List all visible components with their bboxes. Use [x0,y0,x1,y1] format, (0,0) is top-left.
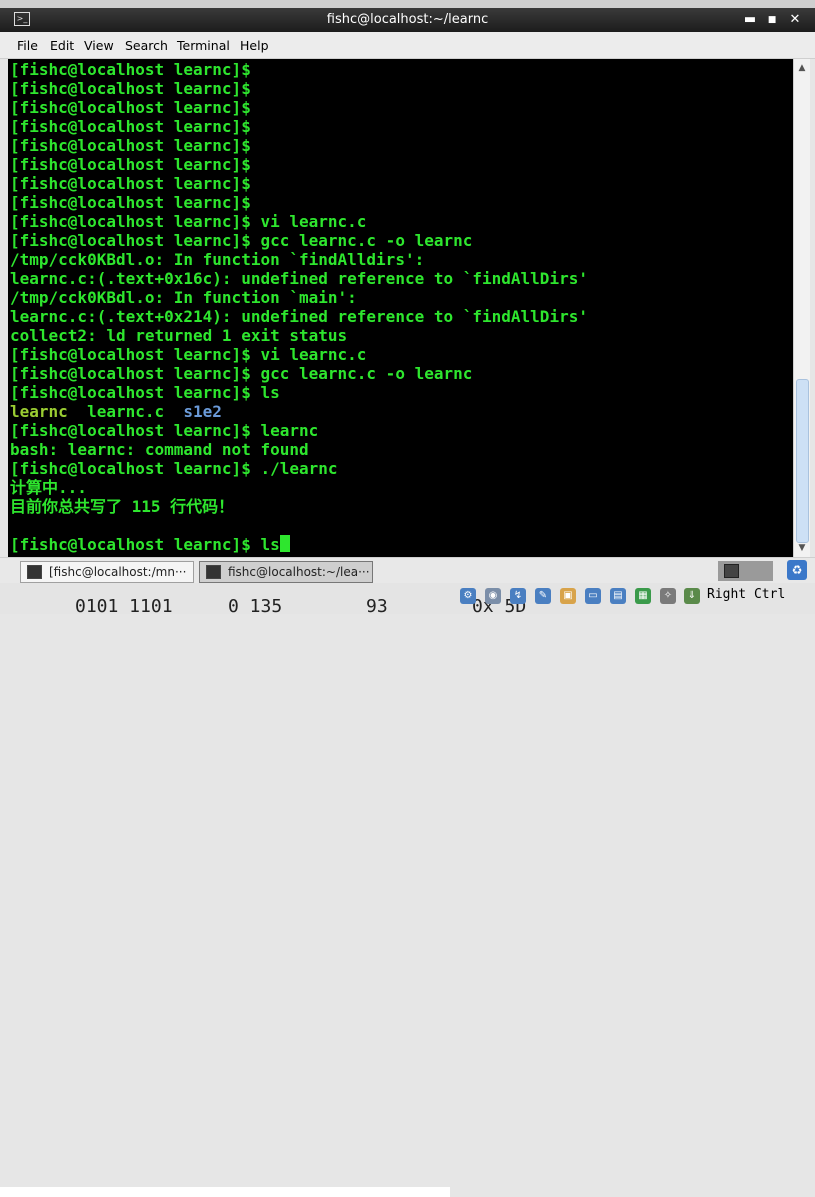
terminal-line: [fishc@localhost learnc]$ [10,174,251,193]
window-titlebar[interactable]: >_ fishc@localhost:~/learnc ▬ ■ ✕ [0,8,815,32]
terminal-line: [fishc@localhost learnc]$ [10,193,251,212]
terminal-line: learnc learnc.c s1e2 [10,402,222,421]
taskbar: [fishc@localhost:/mn··· fishc@localhost:… [0,557,815,584]
terminal-line: [fishc@localhost learnc]$ [10,117,251,136]
terminal-line: 目前你总共写了 115 行代码！ [10,497,234,516]
terminal-line: [fishc@localhost learnc]$ ls [10,383,280,402]
terminal-line-text: [fishc@localhost learnc]$ learnc [10,421,319,440]
terminal-line-text: [fishc@localhost learnc]$ [10,136,251,155]
terminal-line: [fishc@localhost learnc]$ [10,155,251,174]
terminal-line: [fishc@localhost learnc]$ vi learnc.c [10,212,366,231]
terminal-line-text: [fishc@localhost learnc]$ [10,98,251,117]
terminal-line-text: [fishc@localhost learnc]$ vi learnc.c [10,345,367,364]
menu-help[interactable]: Help [240,38,269,53]
ls-entry: s1e2 [183,402,222,421]
terminal-line-text: learnc.c:(.text+0x214): undefined refere… [10,307,588,326]
terminal-line-text: bash: learnc: command not found [10,440,309,459]
hdd-icon[interactable]: ⚙ [460,588,476,604]
terminal-output[interactable]: [fishc@localhost learnc]$ [fishc@localhos… [8,59,793,557]
menu-view[interactable]: View [84,38,114,53]
background-strip [0,1187,450,1197]
terminal-line: [fishc@localhost learnc]$ gcc learnc.c -… [10,231,472,250]
terminal-line-text: [fishc@localhost learnc]$ ls [10,535,280,554]
terminal-line-text: [fishc@localhost learnc]$ [10,117,251,136]
mouse-icon[interactable]: ✧ [660,588,676,604]
terminal-line: learnc.c:(.text+0x214): undefined refere… [10,307,588,326]
menu-search[interactable]: Search [125,38,168,53]
usb-icon[interactable]: ↯ [510,588,526,604]
terminal-line: [fishc@localhost learnc]$ [10,60,251,79]
terminal-icon [724,564,739,578]
terminal-line: [fishc@localhost learnc]$ ls [10,535,290,554]
scroll-down-arrow-icon[interactable]: ▼ [794,541,810,555]
display-icon[interactable]: ▭ [585,588,601,604]
shared-folder-icon[interactable]: ▣ [560,588,576,604]
terminal-icon [27,565,42,579]
terminal-line-text: [fishc@localhost learnc]$ [10,174,251,193]
terminal-line: collect2: ld returned 1 exit status [10,326,347,345]
tray-terminal[interactable] [718,561,773,581]
terminal-icon [206,565,221,579]
terminal-line-text: [fishc@localhost learnc]$ gcc learnc.c -… [10,231,473,250]
host-top-strip [0,0,815,8]
terminal-line: [fishc@localhost learnc]$ learnc [10,421,318,440]
terminal-line-text: learnc.c:(.text+0x16c): undefined refere… [10,269,588,288]
terminal-line-text: [fishc@localhost learnc]$ [10,193,251,212]
scrollbar-thumb[interactable] [796,379,809,543]
terminal-line-text: 计算中... [10,478,87,497]
network-icon[interactable]: ✎ [535,588,551,604]
terminal-line-text: [fishc@localhost learnc]$ [10,155,251,174]
ls-entry: learnc.c [87,402,165,421]
terminal-line-text: collect2: ld returned 1 exit status [10,326,348,345]
host-key-label: Right Ctrl [707,587,786,602]
terminal-line-text: /tmp/cck0KBdl.o: In function `main': [10,288,357,307]
menu-file[interactable]: File [17,38,38,53]
close-button[interactable]: ✕ [786,11,804,29]
terminal-line-text: [fishc@localhost learnc]$ ls [10,383,280,402]
terminal-cursor [279,535,290,552]
cd-icon[interactable]: ◉ [485,588,501,604]
terminal-line-text: [fishc@localhost learnc]$ [10,79,251,98]
maximize-button[interactable]: ■ [763,11,781,29]
menu-bar: File Edit View Search Terminal Help [0,32,815,59]
terminal-line: [fishc@localhost learnc]$ vi learnc.c [10,345,366,364]
terminal-line-text: [fishc@localhost learnc]$ [10,60,251,79]
task-terminal-2[interactable]: fishc@localhost:~/lea··· [199,561,373,583]
terminal-line: 计算中... [10,478,87,497]
arrow-down-icon[interactable]: ⇓ [684,588,700,604]
task-label: fishc@localhost:~/lea··· [228,565,370,579]
minimize-button[interactable]: ▬ [741,11,759,29]
terminal-line: [fishc@localhost learnc]$ gcc learnc.c -… [10,364,472,383]
terminal-line: [fishc@localhost learnc]$ [10,79,251,98]
terminal-line: learnc.c:(.text+0x16c): undefined refere… [10,269,588,288]
terminal-line: /tmp/cck0KBdl.o: In function `findAlldir… [10,250,424,269]
terminal-line-text: [fishc@localhost learnc]$ vi learnc.c [10,212,367,231]
ls-entry: learnc [10,402,68,421]
menu-edit[interactable]: Edit [50,38,74,53]
menu-terminal[interactable]: Terminal [177,38,230,53]
terminal-line-text: [fishc@localhost learnc]$ ./learnc [10,459,338,478]
capture-icon[interactable]: ▤ [610,588,626,604]
terminal-line-text: /tmp/cck0KBdl.o: In function `findAlldir… [10,250,425,269]
terminal-line-text: [fishc@localhost learnc]$ gcc learnc.c -… [10,364,473,383]
terminal-line: /tmp/cck0KBdl.o: In function `main': [10,288,357,307]
task-terminal-1[interactable]: [fishc@localhost:/mn··· [20,561,194,583]
terminal-line: [fishc@localhost learnc]$ [10,98,251,117]
terminal-line: [fishc@localhost learnc]$ ./learnc [10,459,338,478]
terminal-line-text: 目前你总共写了 115 行代码！ [10,497,235,516]
terminal-scrollbar[interactable]: ▲ ▼ [793,59,810,557]
task-label: [fishc@localhost:/mn··· [49,565,187,579]
scroll-up-arrow-icon[interactable]: ▲ [794,61,810,75]
trash-icon[interactable]: ♻ [787,560,807,580]
cpu-icon[interactable]: ▦ [635,588,651,604]
terminal-line: bash: learnc: command not found [10,440,309,459]
window-title: fishc@localhost:~/learnc [326,12,489,27]
terminal-line: [fishc@localhost learnc]$ [10,136,251,155]
